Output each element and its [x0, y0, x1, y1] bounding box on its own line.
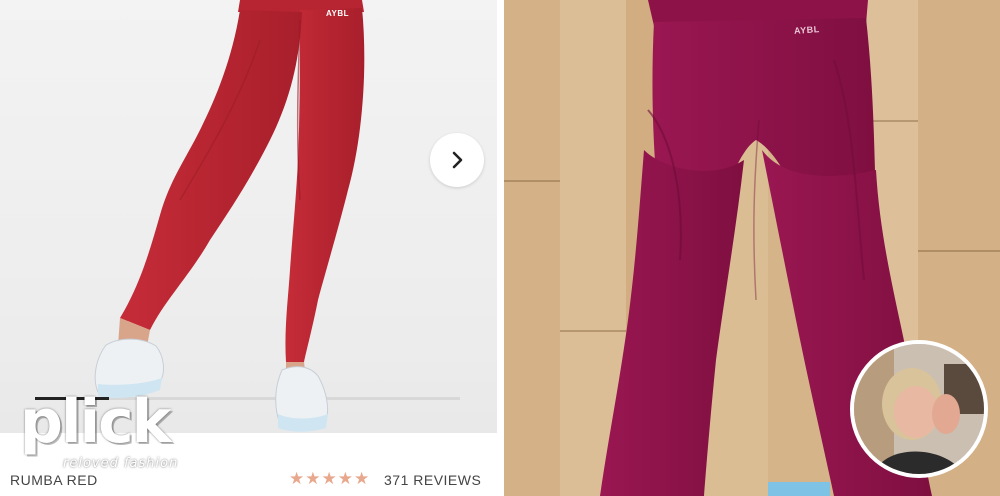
next-image-button[interactable]: [430, 133, 484, 187]
star-icon: ★: [305, 469, 321, 488]
star-icon: ★: [337, 469, 353, 488]
plick-logo: plick: [20, 387, 172, 457]
webcam-overlay: [850, 340, 988, 478]
star-icon: ★: [289, 469, 305, 488]
brand-logo-text: AYBL: [793, 24, 821, 36]
variant-name: RUMBA RED: [10, 472, 98, 488]
rating-stars[interactable]: ★ ★ ★ ★ ★: [289, 470, 369, 487]
webcam-person-image: [854, 344, 984, 474]
panel-divider: [497, 0, 504, 496]
brand-logo-text: AYBL: [326, 9, 350, 18]
price-tag: [768, 482, 830, 496]
product-image-panel: AYBL RUMBA RED ★ ★ ★ ★ ★ 371 REVIEWS pli…: [0, 0, 497, 496]
star-icon: ★: [354, 469, 370, 488]
chevron-right-icon: [452, 151, 463, 169]
reviews-link[interactable]: 371 REVIEWS: [384, 472, 481, 488]
star-icon: ★: [321, 469, 337, 488]
plick-tagline: reloved fashion: [63, 456, 179, 471]
